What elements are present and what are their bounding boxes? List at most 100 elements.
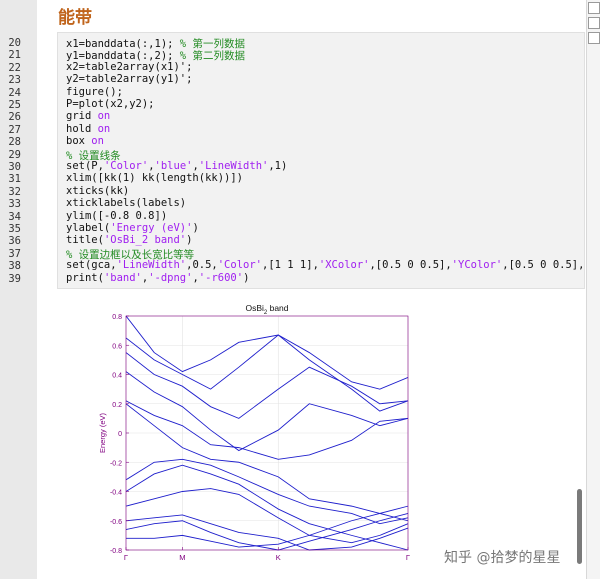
code-text: figure();: [66, 85, 123, 98]
code-string: 'LineWidth': [116, 259, 187, 272]
x-tick-label: K: [276, 553, 281, 562]
code-line: box on: [66, 135, 104, 147]
line-number: 34: [8, 210, 21, 223]
y-tick-label: 0.2: [112, 402, 122, 409]
line-number: 36: [8, 235, 21, 248]
code-text: ylabel(: [66, 222, 111, 234]
code-text: ): [192, 222, 199, 234]
code-line: set(P,'Color','blue','LineWidth',1): [66, 160, 287, 172]
code-text: ylim([-0.8 0.8]): [66, 209, 168, 222]
code-text: ): [186, 234, 193, 247]
line-number: 26: [8, 111, 21, 124]
code-string: 'YColor': [451, 259, 503, 272]
y-tick-label: -0.2: [110, 460, 122, 467]
code-text: title(: [66, 234, 104, 247]
code-string: 'Energy (eV)': [110, 222, 193, 234]
code-string: on: [97, 122, 111, 135]
section-heading: 能带: [58, 8, 92, 28]
code-string: 'OsBi_2 band': [103, 234, 187, 247]
code-text: P=plot(x2,y2);: [66, 98, 155, 110]
y-axis-label: Energy (eV): [98, 412, 107, 453]
code-text: xlim([kk(1) kk(length(kk))]): [66, 172, 244, 185]
code-line: print('band','-dpng','-r600'): [66, 272, 249, 284]
code-line: x2=table2array(x1)';: [66, 61, 192, 73]
code-text: print(: [66, 271, 104, 284]
code-line: figure();: [66, 86, 123, 98]
code-string: 'LineWidth': [198, 160, 269, 172]
code-text: ,0.5,: [186, 259, 218, 272]
line-number: 35: [8, 223, 21, 235]
code-text: xticklabels(labels): [66, 197, 187, 210]
code-line: set(gca,'LineWidth',0.5,'Color',[1 1 1],…: [66, 259, 585, 272]
code-text: ,[1 1 1],: [262, 259, 319, 272]
line-number: 20: [8, 37, 21, 49]
line-number: 38: [8, 260, 21, 273]
y-tick-label: 0.8: [112, 314, 122, 321]
code-text: ,[0.5 0 0.5],: [502, 259, 585, 272]
code-block[interactable]: x1=banddata(:,1); % 第一列数据 y1=banddata(:,2…: [57, 32, 585, 289]
code-text: grid: [66, 110, 98, 123]
code-string: 'XColor': [318, 259, 370, 272]
x-tick-label: Γ: [124, 553, 128, 562]
line-number: 27: [8, 123, 21, 136]
y-tick-label: -0.4: [110, 490, 122, 497]
line-number: 37: [8, 247, 21, 260]
code-string: 'Color': [217, 259, 262, 272]
code-line: P=plot(x2,y2);: [66, 98, 155, 110]
line-number: 21: [8, 49, 21, 62]
code-line: ylabel('Energy (eV)'): [66, 222, 199, 234]
code-line: xlim([kk(1) kk(length(kk))]): [66, 172, 243, 184]
code-text: xticks(kk): [66, 184, 130, 197]
code-text: set(P,: [66, 160, 104, 172]
code-string: '-dpng': [148, 271, 193, 284]
code-line: ylim([-0.8 0.8]): [66, 210, 167, 222]
y-tick-label: -0.6: [110, 519, 122, 526]
code-text: y2=table2array(y1)';: [66, 73, 193, 86]
code-line: hold on: [66, 123, 110, 135]
line-number: 31: [8, 173, 21, 186]
code-text: hold: [66, 122, 98, 135]
line-number: 23: [8, 74, 21, 87]
x-tick-label: M: [179, 553, 185, 562]
line-number: 30: [8, 161, 21, 173]
band-structure-chart: -0.8 -0.6 -0.4 -0.2 0 0.2 0.4 0.6 0.8 Γ M K Γ Energy …: [98, 303, 410, 562]
code-line: title('OsBi_2 band'): [66, 234, 192, 246]
line-number: 32: [8, 185, 21, 198]
code-text: ,[0.5 0 0.5],: [369, 259, 452, 272]
line-number: 28: [8, 136, 21, 149]
code-text: box: [66, 135, 92, 148]
list-icon[interactable]: [588, 2, 600, 14]
y-tick-label: 0.4: [112, 373, 122, 380]
code-text: x2=table2array(x1)';: [66, 60, 193, 73]
y-tick-label: -0.8: [110, 548, 122, 555]
y-tick-label: 0.6: [112, 343, 122, 350]
code-string: on: [97, 110, 111, 123]
code-string: 'band': [103, 271, 142, 284]
image-icon[interactable]: [588, 17, 600, 29]
line-number: 25: [8, 99, 21, 111]
line-number: 39: [8, 272, 21, 285]
line-number: 22: [8, 61, 21, 74]
code-string: '-r600': [198, 271, 244, 284]
right-toolbar: [586, 0, 600, 579]
vertical-scrollbar[interactable]: [577, 489, 582, 564]
code-string: 'blue': [154, 160, 193, 172]
y-tick-label: 0: [118, 431, 122, 438]
code-string: 'Layer': [584, 259, 585, 271]
watermark: 知乎 @拾梦的星星: [444, 550, 561, 566]
code-text: ,1): [268, 160, 288, 172]
line-number: 24: [8, 86, 21, 99]
code-string: 'Color': [103, 160, 149, 172]
x-tick-label: Γ: [406, 553, 410, 562]
line-number: 29: [8, 148, 21, 161]
code-line: xticks(kk): [66, 185, 129, 197]
code-line: y2=table2array(y1)';: [66, 73, 192, 85]
code-string: on: [91, 135, 104, 148]
code-line: grid on: [66, 110, 110, 122]
code-text: set(gca,: [66, 259, 117, 272]
code-text: ): [243, 271, 250, 284]
code-line: xticklabels(labels): [66, 197, 186, 209]
expand-icon[interactable]: [588, 32, 600, 44]
chart-title: OsBi2 band: [245, 303, 288, 316]
figure-output: -0.8 -0.6 -0.4 -0.2 0 0.2 0.4 0.6 0.8 Γ M K Γ Energy …: [96, 300, 416, 572]
